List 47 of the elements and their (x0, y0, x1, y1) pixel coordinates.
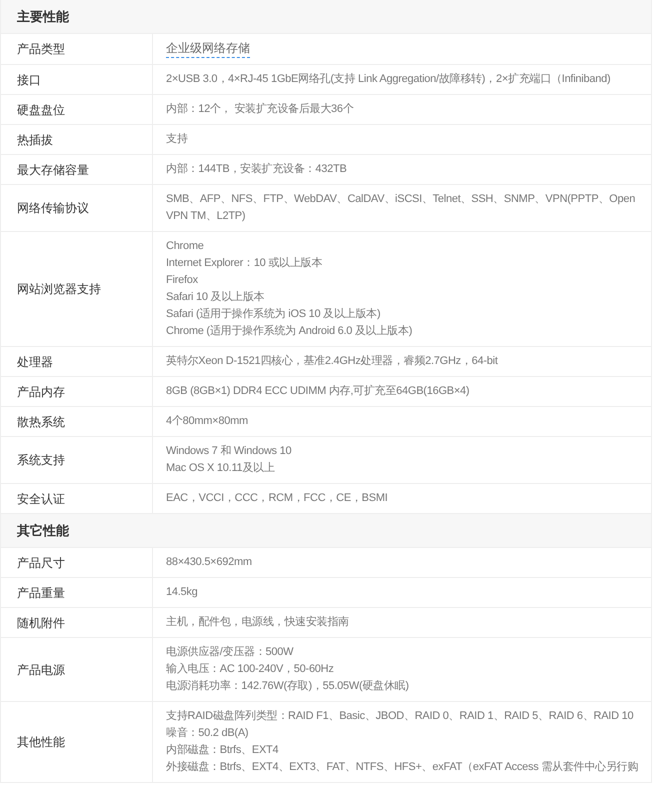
spec-value: 4个80mm×80mm (166, 414, 249, 429)
spec-label: 最大存储容量 (17, 162, 89, 178)
spec-value: Chrome (适用于操作系统为 Android 6.0 及以上版本) (166, 324, 414, 339)
spec-value: 输入电压：AC 100-240V，50-60Hz (166, 662, 335, 677)
section-title: 主要性能 (17, 8, 69, 26)
spec-value: 英特尔Xeon D-1521四核心，基准2.4GHz处理器，睿频2.7GHz，64-bit (166, 354, 499, 369)
spec-value: 电源消耗功率：142.76W(存取)，55.05W(硬盘休眠) (166, 678, 410, 694)
spec-value: 电源供应器/变压器：500W (166, 644, 294, 660)
spec-value: 88×430.5×692mm (166, 555, 253, 570)
spec-value: 内部磁盘：Btrfs、EXT4 (166, 742, 280, 758)
spec-value: 内部：144TB，安装扩充设备：432TB (166, 162, 348, 177)
spec-label: 其他性能 (17, 734, 65, 751)
spec-value: 外接磁盘：Btrfs、EXT4、EXT3、FAT、NTFS、HFS+、exFAT（exFAT Access 需从套件中心另行购 (166, 760, 640, 775)
spec-label: 网站浏览器支持 (17, 281, 101, 298)
spec-value: EAC，VCCI，CCC，RCM，FCC，CE，BSMI (166, 491, 389, 506)
product-type-link[interactable]: 企业级网络存储 (166, 40, 250, 58)
spec-value: SMB、AFP、NFS、FTP、WebDAV、CalDAV、iSCSI、Telnet、SSH、SNMP、VPN(PPTP、Open VPN TM、L2TP) (166, 192, 636, 224)
spec-value: Internet Explorer：10 或以上版本 (166, 256, 324, 271)
spec-label: 安全认证 (17, 490, 65, 508)
spec-label: 接口 (17, 72, 41, 88)
spec-value: 主机，配件包，电源线，快速安装指南 (166, 614, 350, 630)
spec-label: 散热系统 (17, 414, 65, 430)
spec-value: 支持 (166, 132, 189, 147)
spec-value: Mac OS X 10.11及以上 (166, 461, 276, 476)
spec-value: 噪音：50.2 dB(A) (166, 726, 250, 741)
spec-value: Safari (适用于操作系统为 iOS 10 及以上版本) (166, 306, 382, 322)
spec-label: 产品内存 (17, 384, 65, 400)
spec-value: 8GB (8GB×1) DDR4 ECC UDIMM 内存,可扩充至64GB(16GB×4) (166, 384, 470, 399)
spec-value: Safari 10 及以上版本 (166, 290, 266, 305)
spec-label: 产品尺寸 (17, 554, 65, 572)
spec-label: 系统支持 (17, 452, 65, 469)
spec-label: 处理器 (17, 354, 53, 370)
spec-label: 产品类型 (17, 41, 65, 58)
spec-value: Chrome (166, 239, 205, 254)
spec-value: Firefox (166, 273, 199, 288)
spec-value: 支持RAID磁盘阵列类型：RAID F1、Basic、JBOD、RAID 0、RAID 1、RAID 5、RAID 6、RAID 10 (166, 709, 634, 724)
spec-value: 2×USB 3.0，4×RJ-45 1GbE网络孔(支持 Link Aggregation/故障移转)，2×扩充端口（Infiniband) (166, 72, 612, 87)
spec-label: 随机附件 (17, 614, 65, 632)
spec-label: 产品电源 (17, 662, 65, 678)
section-title: 其它性能 (17, 522, 69, 540)
spec-value: 14.5kg (166, 585, 199, 600)
spec-label: 热插拔 (17, 132, 53, 148)
spec-value: 内部：12个， 安装扩充设备后最大36个 (166, 102, 355, 117)
spec-value: Windows 7 和 Windows 10 (166, 444, 292, 459)
spec-label: 硬盘盘位 (17, 102, 65, 118)
spec-label: 产品重量 (17, 584, 65, 602)
spec-label: 网络传输协议 (17, 200, 89, 217)
